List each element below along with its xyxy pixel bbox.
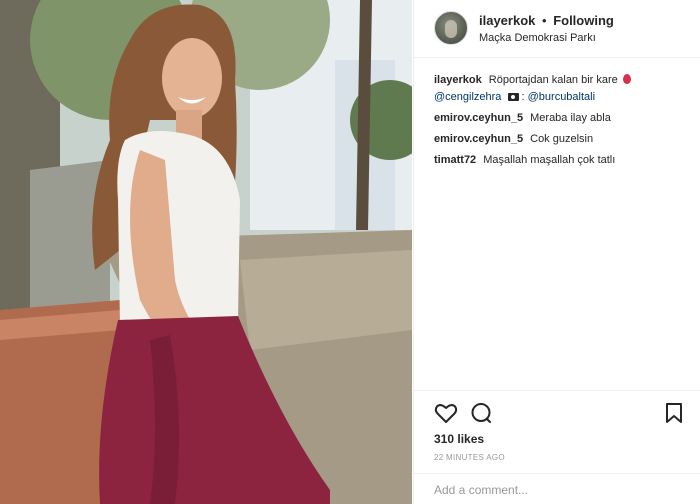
following-button[interactable]: Following bbox=[553, 13, 614, 28]
post-header: ilayerkok • Following Maçka Demokrasi Pa… bbox=[414, 0, 700, 58]
caption: ilayerkok Röportajdan kalan bir kare @ce… bbox=[434, 72, 689, 106]
balloon-icon bbox=[622, 74, 631, 84]
add-comment-input[interactable] bbox=[414, 473, 700, 504]
comment-item: timatt72 Maşallah maşallah çok tatlı bbox=[434, 152, 689, 169]
likes-count[interactable]: 310 likes bbox=[434, 432, 484, 446]
comment-text: Cok guzelsin bbox=[530, 133, 594, 145]
camera-icon bbox=[507, 93, 519, 101]
bookmark-icon[interactable] bbox=[662, 401, 686, 425]
comment-item: emirov.ceyhun_5 Cok guzelsin bbox=[434, 131, 689, 148]
comment-username[interactable]: emirov.ceyhun_5 bbox=[434, 133, 523, 145]
header-username[interactable]: ilayerkok bbox=[479, 13, 535, 28]
avatar[interactable] bbox=[434, 11, 468, 45]
caption-text: Röportajdan kalan bir kare bbox=[488, 74, 618, 86]
comment-text: Maşallah maşallah çok tatlı bbox=[483, 154, 616, 166]
comment-text: Meraba ilay abla bbox=[530, 112, 611, 124]
caption-username[interactable]: ilayerkok bbox=[434, 74, 482, 86]
location-link[interactable]: Maçka Demokrasi Parkı bbox=[479, 32, 596, 44]
header-line: ilayerkok • Following bbox=[479, 13, 614, 28]
header-separator: • bbox=[542, 13, 547, 28]
post-timestamp: 22 MINUTES AGO bbox=[434, 453, 505, 462]
post-photo[interactable] bbox=[0, 0, 412, 504]
comment-bubble-icon[interactable] bbox=[469, 401, 493, 425]
caption-colon: : bbox=[521, 91, 525, 103]
heart-icon[interactable] bbox=[434, 401, 458, 425]
photo-illustration bbox=[0, 0, 412, 504]
caption-mention-1[interactable]: @cengilzehra bbox=[434, 91, 501, 103]
comment-item: emirov.ceyhun_5 Meraba ilay abla bbox=[434, 110, 689, 127]
comment-username[interactable]: emirov.ceyhun_5 bbox=[434, 112, 523, 124]
post-side-panel: ilayerkok • Following Maçka Demokrasi Pa… bbox=[413, 0, 700, 504]
comments-list: ilayerkok Röportajdan kalan bir kare @ce… bbox=[434, 72, 689, 173]
caption-mention-2[interactable]: @burcubaltali bbox=[528, 91, 595, 103]
comment-username[interactable]: timatt72 bbox=[434, 154, 476, 166]
action-bar: 310 likes 22 MINUTES AGO bbox=[414, 390, 700, 504]
